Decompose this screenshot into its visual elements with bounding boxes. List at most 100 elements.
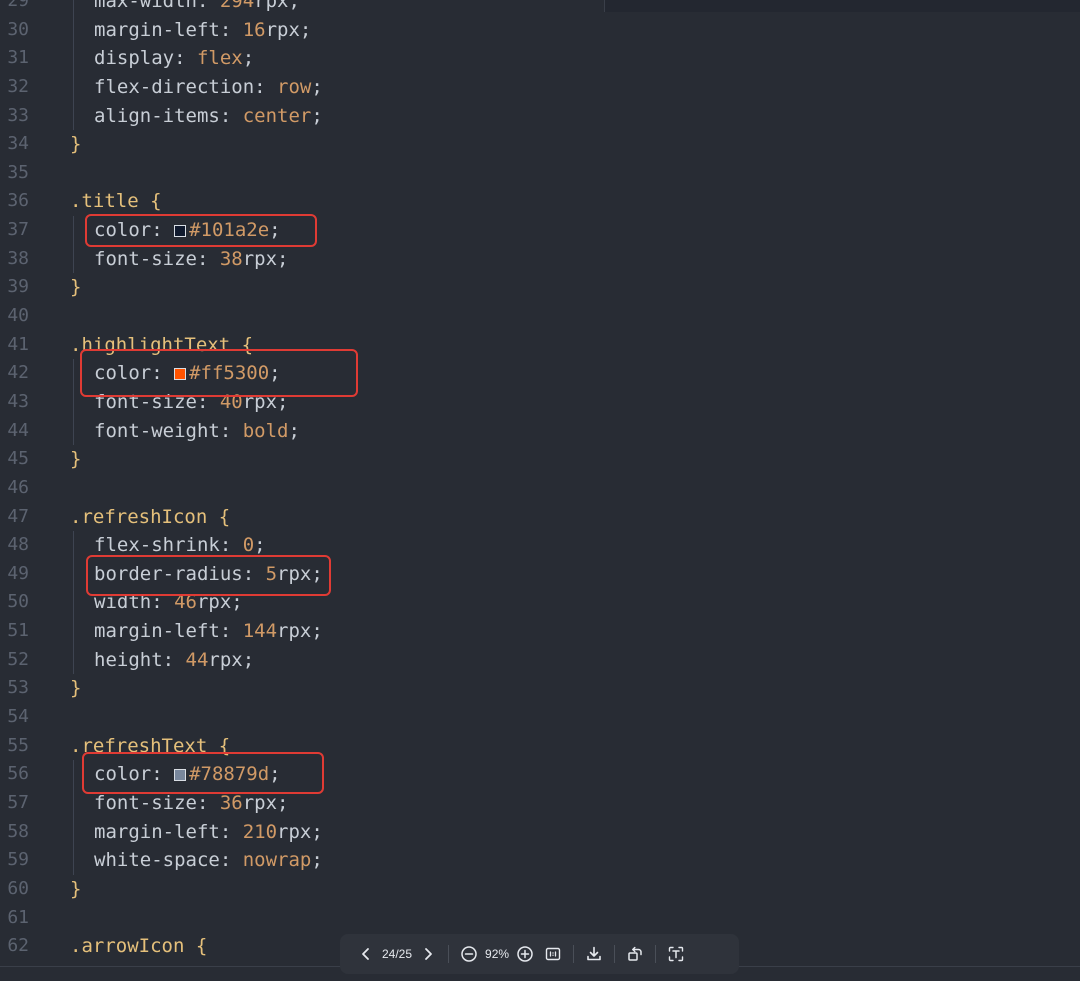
code-text: width: 46rpx; [94,588,243,617]
zoom-level: 92% [485,947,510,961]
css-property: font-weight: [94,419,243,442]
css-property: color: [94,362,175,385]
css-unit: rpx; [208,648,255,671]
css-selector: .refreshText [70,734,219,757]
indent-guide [73,387,74,417]
color-swatch[interactable] [174,368,187,381]
code-line: 36 .title { [0,187,1080,216]
text-recognition-icon[interactable] [662,940,690,968]
css-property: white-space: [94,849,243,872]
line-number: 33 [7,104,29,126]
indent-guide [73,846,74,875]
code-text: .title { [70,187,162,216]
code-text: font-size: 40rpx; [94,388,289,417]
line-number: 43 [7,390,29,412]
code-line: 44 font-weight: bold; [0,416,1080,446]
code-line: 30 margin-left: 16rpx; [0,15,1080,45]
code-line: 49 border-radius: 5rpx; [0,559,1080,589]
css-unit: ; [254,534,266,557]
code-line: 47 .refreshIcon { [0,503,1080,532]
css-unit: ; [242,47,255,70]
css-property: max-width: [94,0,220,12]
indent-guide [73,216,74,245]
css-value: 36 [219,791,243,814]
code-line: 50 width: 46rpx; [0,588,1080,618]
code-text: max-width: 294rpx; [94,0,300,16]
line-number: 39 [7,276,29,298]
code-text: .highlightText { [70,331,253,360]
css-property: height: [94,648,186,671]
zoom-out-icon[interactable] [455,940,483,968]
brace: { [150,190,162,213]
indent-guide [73,416,74,446]
code-line: 53} [0,674,1080,703]
css-selector: .title [70,190,151,213]
line-number: 37 [7,219,29,241]
line-number: 47 [7,505,29,527]
indent-guide [73,645,74,675]
code-text: margin-left: 210rpx; [94,818,323,847]
indent-guide [73,788,74,818]
css-value: row [277,75,312,98]
css-property: width: [94,591,175,614]
code-line: 48 flex-shrink: 0; [0,531,1080,560]
line-number: 50 [7,591,29,613]
code-line: 60} [0,875,1080,904]
code-line: 61 [0,904,1080,933]
indent-guide [73,15,74,45]
code-line: 38 font-size: 38rpx; [0,244,1080,274]
css-selector: .refreshIcon [70,505,219,528]
css-unit: ; [288,419,300,442]
chevron-right-icon[interactable] [414,940,442,968]
brace: } [70,276,82,299]
css-value: 144 [242,620,278,643]
css-unit: rpx; [277,820,323,843]
line-number: 53 [7,677,29,699]
code-line: 33 align-items: center; [0,101,1080,131]
css-value: 44 [185,648,209,671]
toolbar-divider [614,945,616,963]
download-icon[interactable] [580,940,608,968]
css-selector: .arrowIcon [70,935,196,958]
line-number: 38 [7,247,29,269]
code-line: 41 .highlightText { [0,331,1080,360]
indent-guide [73,760,74,789]
line-number: 56 [7,763,29,785]
chevron-left-icon[interactable] [352,940,380,968]
code-line: 43 font-size: 40rpx; [0,387,1080,417]
css-unit: ; [269,219,281,242]
code-line: 45} [0,445,1080,474]
code-line: 58 margin-left: 210rpx; [0,817,1080,847]
code-line: 56 color: #78879d; [0,760,1080,789]
line-number: 52 [7,648,29,670]
code-text: font-weight: bold; [94,417,300,446]
line-number: 31 [7,47,29,69]
css-unit: rpx; [242,247,289,270]
code-text: font-size: 38rpx; [94,245,289,274]
indent-guide [73,559,74,589]
color-swatch[interactable] [174,769,187,782]
css-unit: rpx; [265,18,312,41]
brace: { [218,505,231,528]
css-value: 46 [174,591,197,614]
css-unit: rpx; [242,791,289,814]
css-value: #ff5300 [189,362,270,385]
css-value: flex [196,47,243,70]
code-line: 51 margin-left: 144rpx; [0,617,1080,646]
css-property: margin-left: [94,820,243,843]
code-line: 39} [0,273,1080,302]
line-number: 62 [7,935,29,957]
indent-guide [73,72,74,102]
code-text: } [70,875,81,904]
css-unit: rpx; [277,562,323,585]
indent-guide [73,531,74,560]
code-line: 31 display: flex; [0,44,1080,73]
rotate-icon[interactable] [621,940,649,968]
code-text: font-size: 36rpx; [94,789,289,818]
actual-size-icon[interactable] [539,940,567,968]
color-swatch[interactable] [174,225,187,238]
css-value: 40 [219,390,243,413]
brace: { [195,935,208,958]
zoom-in-icon[interactable] [511,940,539,968]
line-number: 48 [7,534,29,556]
